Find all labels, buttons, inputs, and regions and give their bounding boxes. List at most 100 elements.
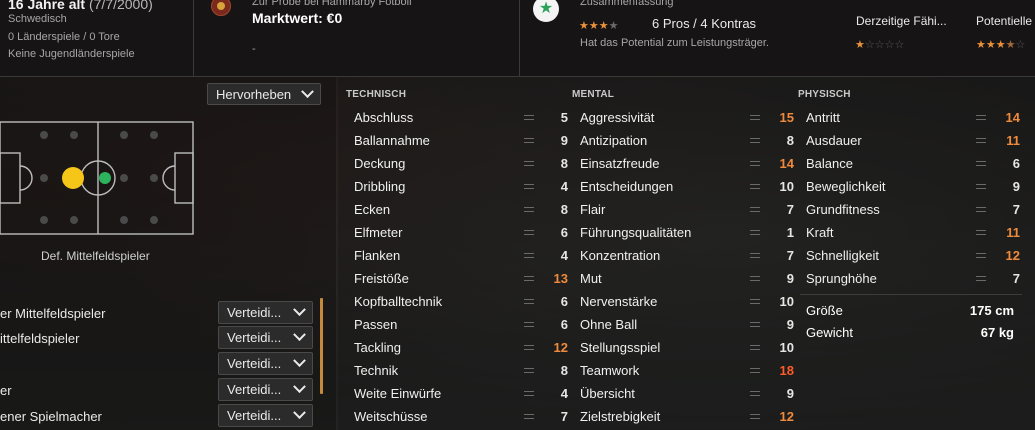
trend-neutral-icon — [750, 345, 760, 350]
attribute-row[interactable]: Grundfitness 7 — [806, 198, 1020, 221]
attribute-name: Technik — [354, 363, 399, 378]
duty-dropdown[interactable]: Verteidi... — [218, 326, 313, 349]
attribute-name: Freistöße — [354, 271, 409, 286]
attribute-value: 12 — [553, 340, 568, 355]
attribute-value: 6 — [560, 294, 568, 309]
attribute-row[interactable]: Nervenstärke 10 — [580, 290, 794, 313]
attribute-row[interactable]: Ballannahme 9 — [354, 129, 568, 152]
attribute-row[interactable]: Flair 7 — [580, 198, 794, 221]
attribute-name: Aggressivität — [580, 110, 655, 125]
duty-dropdown[interactable]: Verteidi... — [218, 404, 313, 427]
attribute-value: 6 — [560, 317, 568, 332]
trend-neutral-icon — [750, 253, 760, 258]
attribute-row[interactable]: Flanken 4 — [354, 244, 568, 267]
attribute-row[interactable]: Stellungsspiel 10 — [580, 336, 794, 359]
duty-dropdown[interactable]: Verteidi... — [218, 378, 313, 401]
chevron-down-icon — [301, 84, 314, 98]
attribute-row[interactable]: Ohne Ball 9 — [580, 313, 794, 336]
attribute-row[interactable]: Elfmeter 6 — [354, 221, 568, 244]
potential-text: Hat das Potential zum Leistungsträger. — [580, 37, 769, 49]
attribute-row[interactable]: Übersicht 9 — [580, 382, 794, 405]
attribute-name: Übersicht — [580, 386, 635, 401]
attribute-value: 7 — [1012, 202, 1020, 217]
duty-dropdown[interactable]: Verteidi... — [218, 301, 313, 324]
highlight-dropdown[interactable]: Hervorheben — [207, 83, 321, 105]
club-badge-icon[interactable] — [211, 0, 231, 16]
summary-star-icon: ★ — [533, 0, 559, 22]
chevron-down-icon — [293, 328, 306, 342]
pros-cons[interactable]: 6 Pros / 4 Kontras — [652, 16, 756, 31]
attribute-name: Konzentration — [580, 248, 661, 263]
scrollbar[interactable] — [320, 298, 323, 394]
trend-neutral-icon — [976, 138, 986, 143]
attribute-row[interactable]: Führungsqualitäten 1 — [580, 221, 794, 244]
duty-value: Verteidi... — [227, 356, 282, 371]
trend-neutral-icon — [750, 230, 760, 235]
attribute-row[interactable]: Antritt 14 — [806, 106, 1020, 129]
attribute-row[interactable]: Deckung 8 — [354, 152, 568, 175]
attribute-name: Balance — [806, 156, 853, 171]
trend-neutral-icon — [524, 253, 534, 258]
attribute-row[interactable]: Dribbling 4 — [354, 175, 568, 198]
attribute-row[interactable]: Passen 6 — [354, 313, 568, 336]
attribute-value: 7 — [786, 248, 794, 263]
attribute-row[interactable]: Mut 9 — [580, 267, 794, 290]
height-label: Größe — [806, 303, 843, 318]
summary-stars: ★★★★ — [579, 20, 619, 32]
trend-neutral-icon — [524, 138, 534, 143]
attribute-value: 8 — [786, 133, 794, 148]
trend-neutral-icon — [524, 161, 534, 166]
attribute-row[interactable]: Konzentration 7 — [580, 244, 794, 267]
attribute-row[interactable]: Entscheidungen 10 — [580, 175, 794, 198]
attribute-row[interactable]: Abschluss 5 — [354, 106, 568, 129]
attribute-name: Elfmeter — [354, 225, 403, 240]
attribute-row[interactable]: Balance 6 — [806, 152, 1020, 175]
trend-neutral-icon — [750, 276, 760, 281]
attribute-row[interactable]: Aggressivität 15 — [580, 106, 794, 129]
attribute-value: 6 — [560, 225, 568, 240]
attribute-row[interactable]: Weite Einwürfe 4 — [354, 382, 568, 405]
trend-neutral-icon — [524, 184, 534, 189]
attribute-row[interactable]: Technik 8 — [354, 359, 568, 382]
attribute-row[interactable]: Schnelligkeit 12 — [806, 244, 1020, 267]
attribute-name: Ballannahme — [354, 133, 430, 148]
attribute-row[interactable]: Sprunghöhe 7 — [806, 267, 1020, 290]
attribute-row[interactable]: Einsatzfreude 14 — [580, 152, 794, 175]
divider — [193, 0, 194, 76]
attribute-row[interactable]: Beweglichkeit 9 — [806, 175, 1020, 198]
trend-neutral-icon — [750, 391, 760, 396]
attribute-row[interactable]: Teamwork 18 — [580, 359, 794, 382]
attribute-value: 12 — [1005, 248, 1020, 263]
duty-value: Verteidi... — [227, 408, 282, 423]
attribute-value: 7 — [560, 409, 568, 424]
attribute-value: 10 — [779, 340, 794, 355]
attribute-row[interactable]: Antizipation 8 — [580, 129, 794, 152]
duty-dropdown[interactable]: Verteidi... — [218, 352, 313, 375]
attribute-row[interactable]: Ecken 8 — [354, 198, 568, 221]
attribute-row[interactable]: Kraft 11 — [806, 221, 1020, 244]
attribute-row[interactable]: Zielstrebigkeit 12 — [580, 405, 794, 428]
attribute-name: Flanken — [354, 248, 401, 263]
role-label: er — [0, 383, 12, 398]
mental-header: MENTAL — [572, 89, 615, 100]
attribute-value: 7 — [1012, 271, 1020, 286]
attribute-row[interactable]: Tackling 12 — [354, 336, 568, 359]
attribute-value: 4 — [560, 179, 568, 194]
trend-neutral-icon — [750, 322, 760, 327]
attribute-row[interactable]: Kopfballtechnik 6 — [354, 290, 568, 313]
attribute-row[interactable]: Weitschüsse 7 — [354, 405, 568, 428]
main-position-dot[interactable] — [62, 167, 84, 189]
attribute-row[interactable]: Freistöße 13 — [354, 267, 568, 290]
nationality: Schwedisch — [8, 13, 67, 25]
attribute-row[interactable]: Ausdauer 11 — [806, 129, 1020, 152]
trend-neutral-icon — [976, 207, 986, 212]
attribute-value: 8 — [560, 156, 568, 171]
attribute-name: Ecken — [354, 202, 391, 217]
club-status[interactable]: Zur Probe bei Hammarby Fotboll — [252, 0, 412, 8]
attribute-name: Stellungsspiel — [580, 340, 661, 355]
attribute-name: Deckung — [354, 156, 406, 171]
trend-neutral-icon — [750, 184, 760, 189]
attribute-name: Ausdauer — [806, 133, 862, 148]
trend-neutral-icon — [750, 414, 760, 419]
secondary-position-dot[interactable] — [99, 172, 111, 184]
